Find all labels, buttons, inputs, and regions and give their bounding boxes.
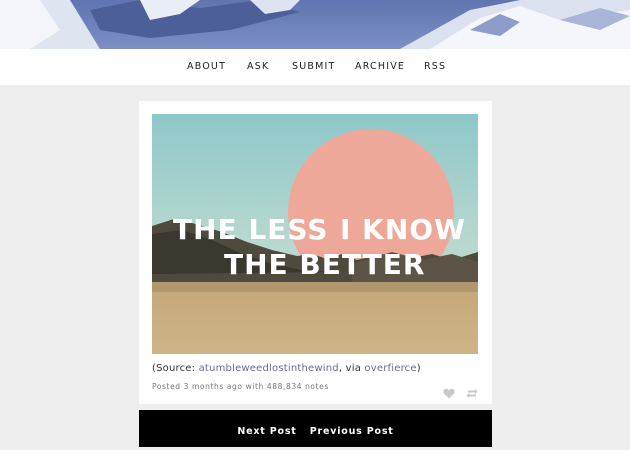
mountain-banner-image	[0, 0, 630, 49]
next-post-link[interactable]: Next Post	[237, 426, 296, 437]
header-banner	[0, 0, 630, 49]
image-text-line1-left: THE LESS	[173, 213, 328, 246]
post-source: (Source: atumbleweedlostinthewind, via o…	[152, 363, 482, 374]
nav-archive-link[interactable]: ARCHIVE	[355, 49, 405, 85]
post-image[interactable]: THE LESS I KNOW THE BETTER	[152, 114, 478, 354]
post-meta[interactable]: Posted 3 months ago with 488,834 notes	[152, 382, 329, 391]
heart-icon[interactable]	[443, 384, 455, 403]
album-art-image: THE LESS I KNOW THE BETTER	[152, 114, 478, 354]
post-actions	[437, 383, 478, 399]
source-link[interactable]: atumbleweedlostinthewind	[199, 363, 339, 374]
nav-ask-link[interactable]: ASK	[247, 49, 269, 85]
via-link[interactable]: overfierce	[364, 363, 416, 374]
reblog-icon[interactable]	[466, 384, 478, 403]
previous-post-link[interactable]: Previous Post	[310, 426, 394, 437]
top-nav: ABOUT ASK SUBMIT ARCHIVE RSS	[0, 49, 630, 85]
source-suffix: )	[416, 363, 421, 374]
nav-about-link[interactable]: ABOUT	[187, 49, 226, 85]
post-card: THE LESS I KNOW THE BETTER (Source: atum…	[139, 101, 492, 404]
source-separator: , via	[338, 363, 365, 374]
image-text-line2: THE BETTER	[224, 248, 425, 281]
source-prefix: (Source:	[152, 363, 199, 374]
image-text-line1-right: I KNOW	[340, 213, 466, 246]
nav-submit-link[interactable]: SUBMIT	[292, 49, 336, 85]
nav-rss-link[interactable]: RSS	[424, 49, 446, 85]
pagination-bar: Next Post Previous Post	[139, 410, 492, 447]
